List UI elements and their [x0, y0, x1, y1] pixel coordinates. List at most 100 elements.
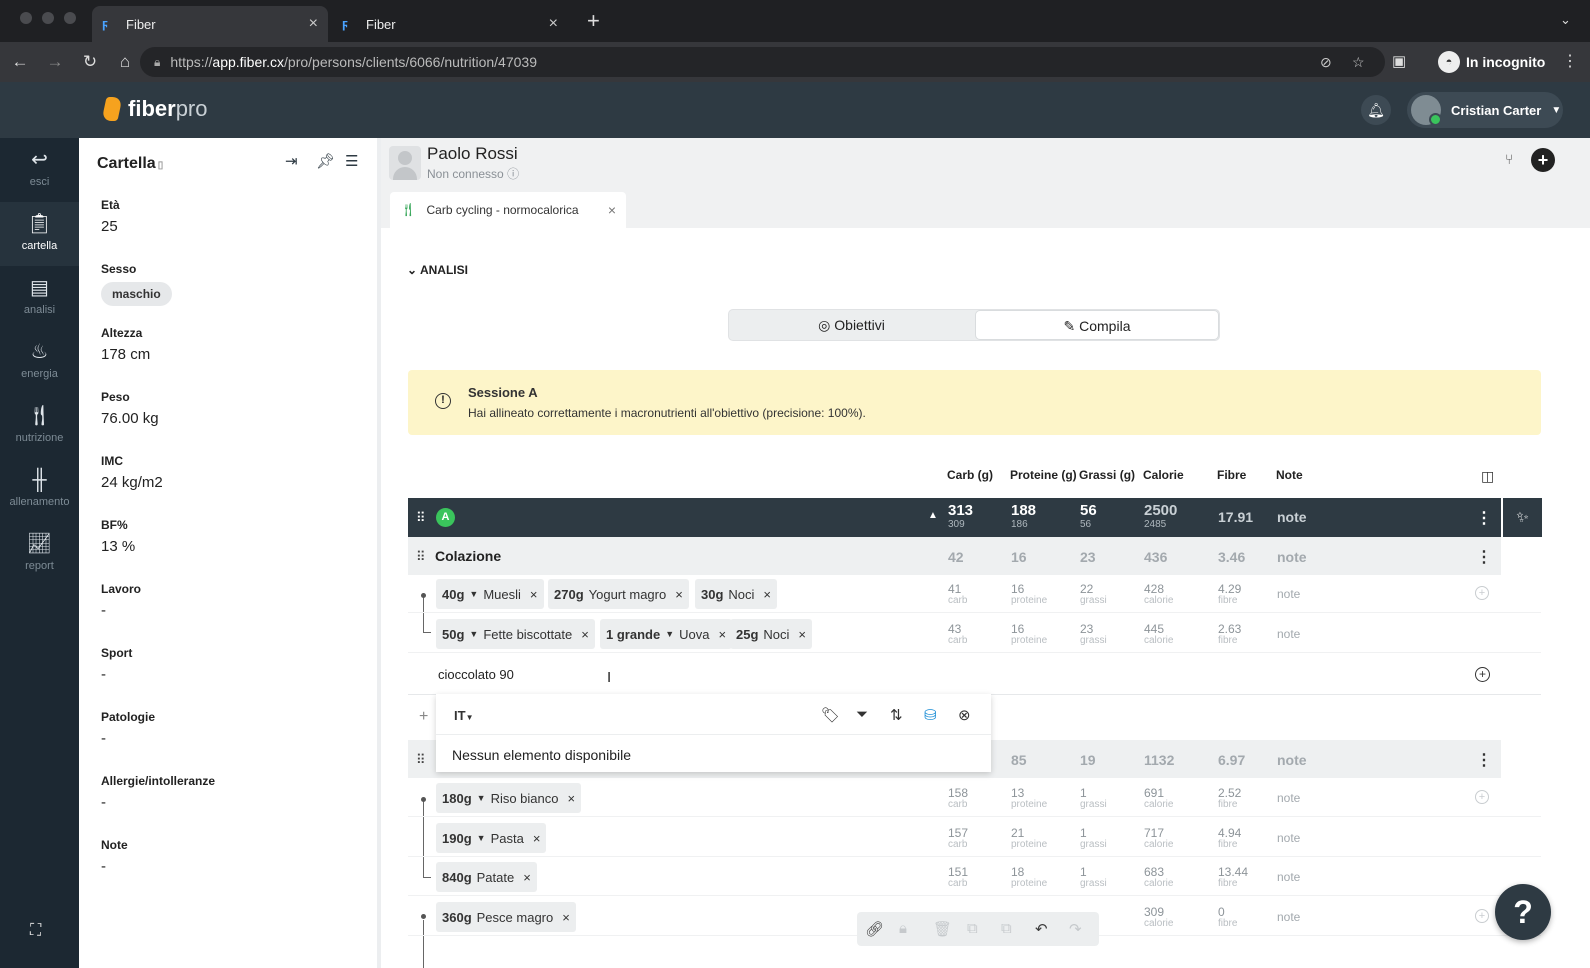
tab-close-icon[interactable]: ×	[608, 202, 616, 218]
remove-food-icon[interactable]: ×	[581, 627, 589, 642]
add-button[interactable]: +	[1531, 148, 1555, 172]
caret-down-icon[interactable]: ▼	[665, 629, 674, 639]
tag-icon[interactable]: 🏷︎	[821, 706, 840, 724]
food-chip[interactable]: 30g Noci ×	[695, 579, 778, 609]
tab-plan[interactable]: 🍴︎ Carb cycling - normocalorica ×	[390, 192, 626, 228]
food-chip[interactable]: 1 grande ▼ Uova ×	[600, 619, 733, 649]
magic-wand-icon[interactable]: ✨︎	[1503, 498, 1542, 537]
meal-note[interactable]: note	[1277, 549, 1307, 565]
remove-food-icon[interactable]: ×	[718, 627, 726, 642]
remove-food-icon[interactable]: ×	[533, 831, 541, 846]
food-chip[interactable]: 840g Patate ×	[436, 862, 537, 892]
caret-down-icon[interactable]: ▼	[477, 833, 486, 843]
forward-icon[interactable]: →	[40, 52, 70, 72]
window-zoom-dot[interactable]	[64, 12, 76, 24]
bookmark-star-icon[interactable]: ☆	[1352, 47, 1365, 77]
redo-icon[interactable]: ↷	[1069, 920, 1082, 938]
remove-food-icon[interactable]: ×	[530, 587, 538, 602]
row-note[interactable]: note	[1277, 870, 1300, 884]
user-menu[interactable]: Cristian Carter ▼	[1407, 92, 1563, 128]
language-select[interactable]: IT▼	[454, 708, 473, 723]
window-minimize-dot[interactable]	[42, 12, 54, 24]
fullscreen-icon[interactable]: ⛶	[30, 922, 41, 940]
row-note[interactable]: note	[1277, 831, 1300, 845]
add-option-icon[interactable]: +	[1475, 909, 1489, 923]
link-icon[interactable]: 🔗︎	[865, 920, 884, 938]
meal-kebab-icon[interactable]: ⋮	[1476, 547, 1492, 567]
incognito-badge[interactable]: ◓ In incognito	[1438, 48, 1545, 76]
row-note[interactable]: note	[1277, 627, 1300, 641]
add-option-icon[interactable]: +	[1475, 790, 1489, 804]
clear-search-icon[interactable]: ⊗	[958, 706, 971, 724]
add-row-icon[interactable]: +	[419, 708, 428, 726]
drag-handle-icon[interactable]: ⠿	[416, 510, 425, 526]
meal-note[interactable]: note	[1277, 752, 1307, 768]
eye-off-icon[interactable]: ⊘	[1320, 47, 1332, 77]
reload-icon[interactable]: ↻	[75, 52, 105, 72]
add-option-icon[interactable]: +	[1475, 586, 1489, 600]
food-search-input[interactable]	[438, 667, 738, 682]
food-chip[interactable]: 180g ▼ Riso bianco ×	[436, 783, 582, 813]
food-chip[interactable]: 50g ▼ Fette biscottate ×	[436, 619, 595, 649]
drag-handle-icon[interactable]: ⠿	[416, 752, 425, 768]
obiettivi-option[interactable]: ◎ Obiettivi	[729, 310, 974, 340]
filter-icon[interactable]: ⏷	[856, 706, 868, 723]
back-icon[interactable]: ←	[5, 52, 35, 72]
remove-food-icon[interactable]: ×	[523, 870, 531, 885]
tab-search-chevron-icon[interactable]: ⌄	[1560, 12, 1571, 28]
notifications-bell-icon[interactable]: 🔔︎	[1361, 95, 1391, 125]
nav-item-report[interactable]: 📈︎ report	[0, 522, 79, 586]
food-chip[interactable]: 270g Yogurt magro ×	[548, 579, 689, 609]
add-food-icon[interactable]: +	[1475, 667, 1490, 682]
food-chip[interactable]: 25g Noci ×	[730, 619, 813, 649]
row-note[interactable]: note	[1277, 791, 1300, 805]
lock-icon[interactable]: 🔒︎	[899, 920, 907, 937]
remove-food-icon[interactable]: ×	[675, 587, 683, 602]
remove-food-icon[interactable]: ×	[763, 587, 771, 602]
fiberpro-logo[interactable]: fiber pro	[101, 96, 207, 122]
browser-tab-1[interactable]: ϝ Fiber ×	[92, 6, 328, 42]
side-panel-icon[interactable]: ▣	[1392, 52, 1406, 70]
paste-icon[interactable]: ⧉	[1001, 920, 1012, 937]
remove-food-icon[interactable]: ×	[798, 627, 806, 642]
food-chip[interactable]: 360g Pesce magro ×	[436, 902, 576, 932]
nav-item-energia[interactable]: ♨ energia	[0, 330, 79, 394]
database-icon[interactable]: ⛁	[924, 706, 937, 724]
branch-icon[interactable]: ⑂	[1505, 151, 1513, 167]
nav-item-esci[interactable]: ↩ esci	[0, 138, 79, 202]
food-chip[interactable]: 40g ▼ Muesli ×	[436, 579, 544, 609]
meal-kebab-icon[interactable]: ⋮	[1476, 750, 1492, 770]
remove-food-icon[interactable]: ×	[568, 791, 576, 806]
home-icon[interactable]: ⌂	[110, 52, 140, 72]
edit-form-icon[interactable]: ☰	[345, 152, 358, 170]
window-close-dot[interactable]	[20, 12, 32, 24]
compila-option[interactable]: ✎ Compila	[975, 310, 1219, 340]
collapse-panel-icon[interactable]: ⇥	[285, 152, 298, 170]
tab-close-icon[interactable]: ×	[309, 15, 318, 33]
nav-item-analisi[interactable]: ▤ analisi	[0, 266, 79, 330]
sort-icon[interactable]: ⇅	[890, 706, 903, 724]
food-chip[interactable]: 190g ▼ Pasta ×	[436, 823, 547, 853]
caret-down-icon[interactable]: ▼	[469, 629, 478, 639]
analisi-toggle[interactable]: ⌄ ANALISI	[407, 263, 468, 277]
nav-item-nutrizione[interactable]: 🍴︎ nutrizione	[0, 394, 79, 458]
collapse-caret-icon[interactable]: ▲	[928, 510, 938, 521]
browser-menu-icon[interactable]: ⋮	[1562, 51, 1578, 71]
caret-down-icon[interactable]: ▼	[469, 589, 478, 599]
row-note[interactable]: note	[1277, 910, 1300, 924]
nav-item-allenamento[interactable]: ╫ allenamento	[0, 458, 79, 522]
remove-food-icon[interactable]: ×	[562, 910, 570, 925]
nav-item-cartella[interactable]: 📋︎ cartella	[0, 202, 79, 266]
browser-tab-2[interactable]: ϝ Fiber ×	[332, 6, 568, 42]
tab-close-icon[interactable]: ×	[549, 15, 558, 33]
info-icon[interactable]: ⓘ	[507, 167, 519, 181]
session-kebab-icon[interactable]: ⋮	[1476, 508, 1492, 528]
pin-icon[interactable]: 📌︎	[316, 152, 335, 170]
session-note[interactable]: note	[1277, 509, 1307, 525]
url-field[interactable]: 🔒︎ https://app.fiber.cx/pro/persons/clie…	[140, 47, 1385, 77]
caret-down-icon[interactable]: ▼	[477, 793, 486, 803]
columns-layout-icon[interactable]: ◫	[1481, 468, 1494, 485]
drag-handle-icon[interactable]: ⠿	[416, 549, 425, 565]
row-note[interactable]: note	[1277, 587, 1300, 601]
help-button[interactable]: ?	[1495, 884, 1551, 940]
